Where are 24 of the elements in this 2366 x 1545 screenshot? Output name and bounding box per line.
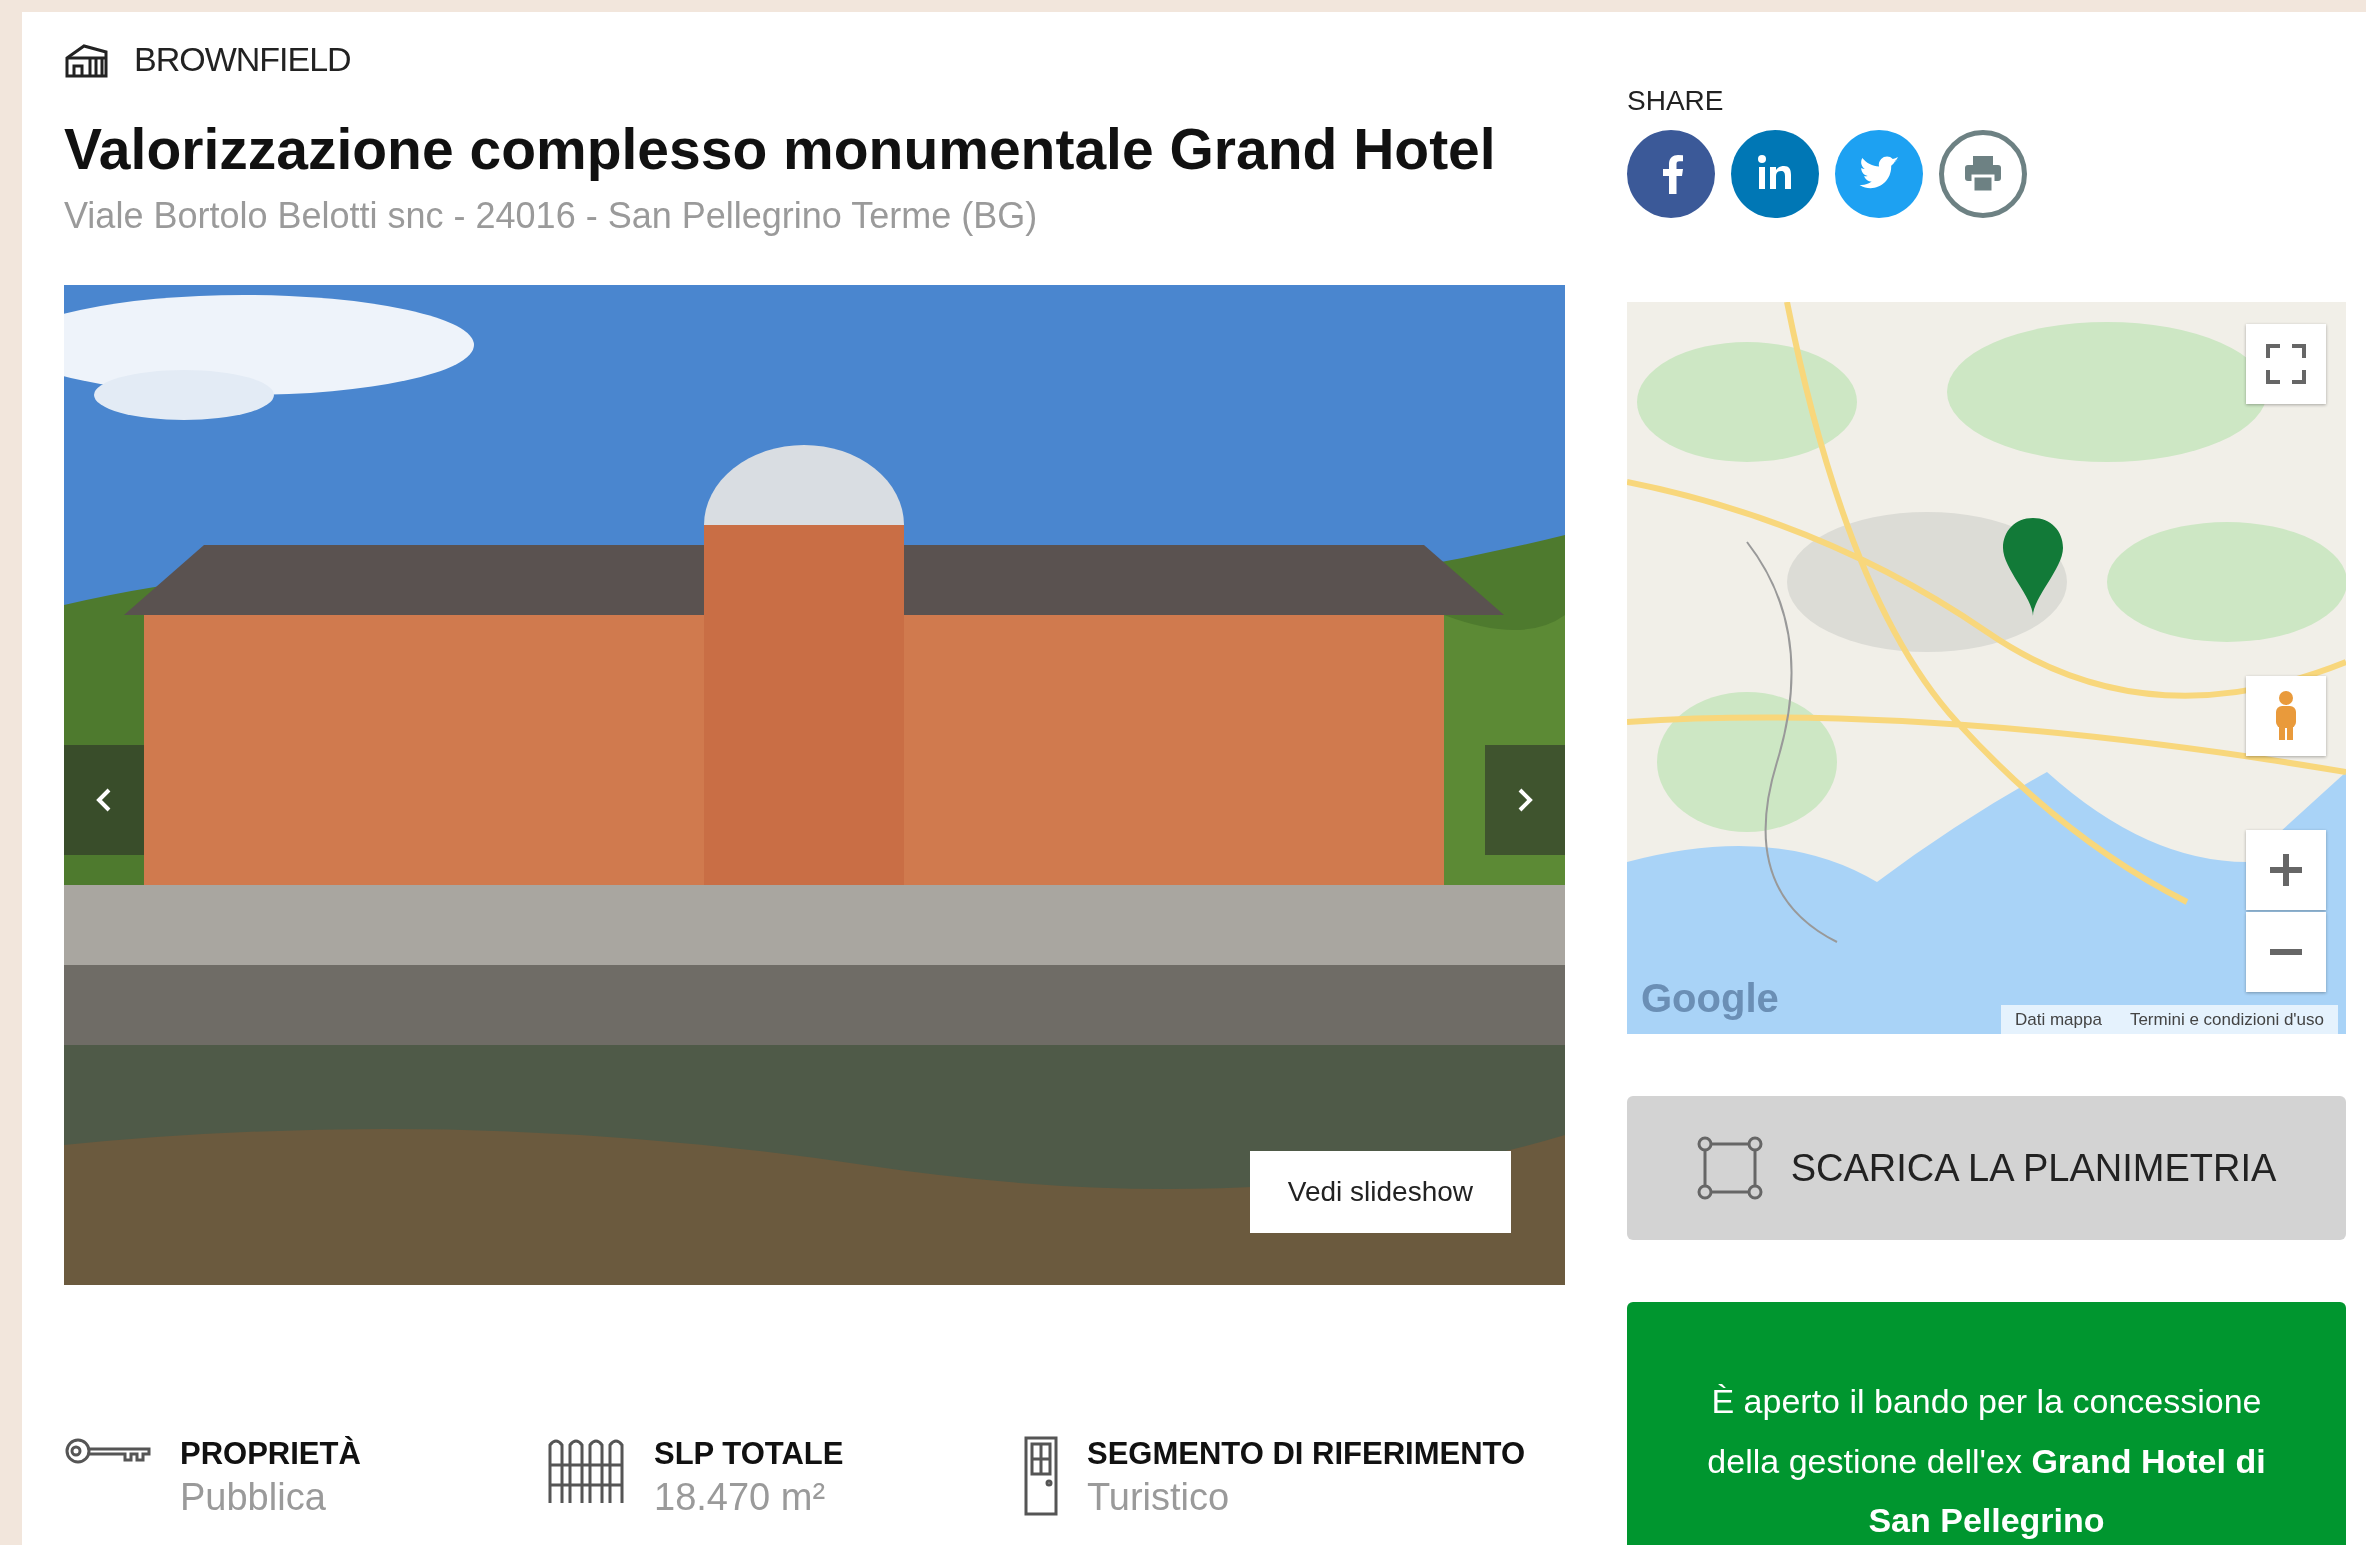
minus-icon: [2268, 946, 2304, 958]
map-attribution-link[interactable]: Termini e condizioni d'uso: [2115, 1004, 2338, 1034]
fullscreen-icon: [2266, 344, 2306, 384]
fact-label: PROPRIETÀ: [180, 1435, 361, 1473]
map-attribution-link[interactable]: Dati mappa: [2000, 1004, 2116, 1034]
floor-plan-icon: [1696, 1136, 1763, 1200]
slideshow-button[interactable]: Vedi slideshow: [1249, 1151, 1511, 1234]
zoom-out-button[interactable]: [2246, 912, 2326, 992]
zoom-in-button[interactable]: [2246, 830, 2326, 910]
map-logo: Google: [1641, 975, 1779, 1022]
fact-label: SEGMENTO DI RIFERIMENTO: [1087, 1435, 1526, 1473]
share-label: SHARE: [1627, 84, 1725, 118]
fact-label: SLP TOTALE: [654, 1435, 844, 1473]
fact-value: Pubblica: [180, 1474, 327, 1520]
fullscreen-button[interactable]: [2246, 324, 2326, 404]
page-title: Valorizzazione complesso monumentale Grand Hotel: [64, 116, 1497, 183]
plus-icon: [2268, 852, 2304, 888]
address-text: Viale Bortolo Belotti snc - 24016 - San Pellegrino Terme (BG): [64, 194, 1039, 239]
category-label: BROWNFIELD: [134, 39, 351, 80]
fact-value: 18.470 m²: [654, 1474, 827, 1520]
notice-text: È aperto il bando per la concessione della gestione dell'ex Grand Hotel di San Pellegrino: [1706, 1381, 2267, 1541]
download-button[interactable]: SCARICA LA PLANIMETRIA: [1627, 1096, 2346, 1240]
door-icon: [1023, 1435, 1059, 1518]
fact-value: Turistico: [1087, 1474, 1231, 1520]
